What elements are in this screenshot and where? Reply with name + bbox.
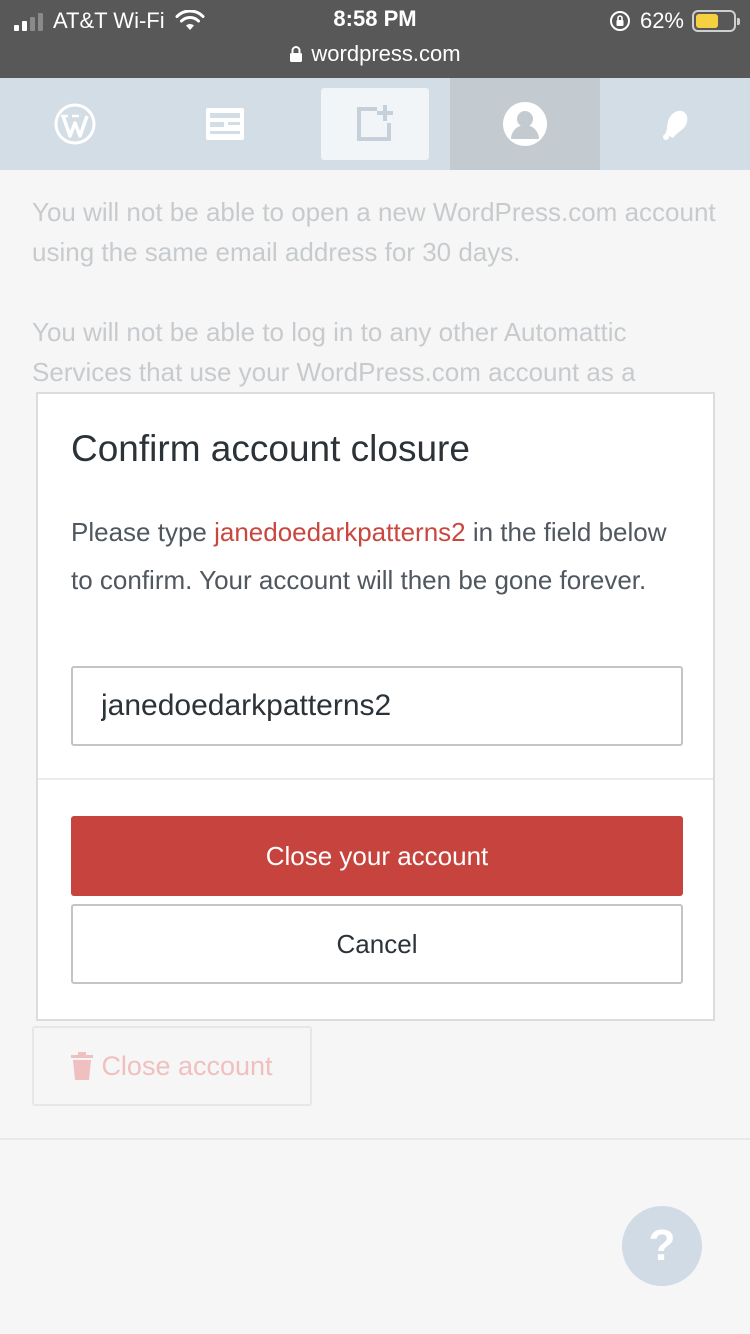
dialog-divider [38,778,713,780]
avatar-icon [503,102,547,146]
nav-write[interactable] [300,78,450,170]
confirm-account-closure-dialog: Confirm account closure Please type jane… [36,392,715,1021]
top-nav [0,78,750,170]
username-highlight: janedoedarkpatterns2 [214,517,466,547]
lock-icon [290,46,303,62]
info-paragraph: You will not be able to log in to any ot… [32,317,636,387]
url-text: wordpress.com [311,41,461,66]
close-your-account-button[interactable]: Close your account [71,816,683,896]
close-account-label: Close account [101,1051,273,1081]
nav-reader[interactable] [150,78,300,170]
dialog-title: Confirm account closure [71,428,470,469]
orientation-lock-icon [609,11,630,31]
wordpress-logo-icon [54,103,96,145]
close-account-button[interactable]: Close account [32,1026,312,1106]
nav-my-sites[interactable] [0,78,150,170]
battery-percent: 62% [639,8,684,33]
dialog-instructions: Please type janedoedarkpatterns2 in the … [71,517,667,595]
battery-icon [692,10,740,32]
cancel-button[interactable]: Cancel [71,904,683,984]
nav-notifications[interactable] [600,78,750,170]
nav-me[interactable] [450,78,600,170]
divider [0,1138,750,1140]
notifications-bell-icon [663,110,688,140]
ios-status-bar: AT&T Wi-Fi 8:58 PM 62% wordpress.com [0,0,750,78]
write-post-icon [357,105,393,141]
help-button[interactable]: ? [622,1206,702,1286]
url-bar[interactable]: wordpress.com [0,38,750,70]
question-mark-icon: ? [648,1221,676,1270]
reader-icon [206,108,244,140]
trash-icon [71,1052,94,1080]
info-paragraph: You will not be able to open a new WordP… [32,197,716,267]
confirm-username-input[interactable] [71,666,683,746]
